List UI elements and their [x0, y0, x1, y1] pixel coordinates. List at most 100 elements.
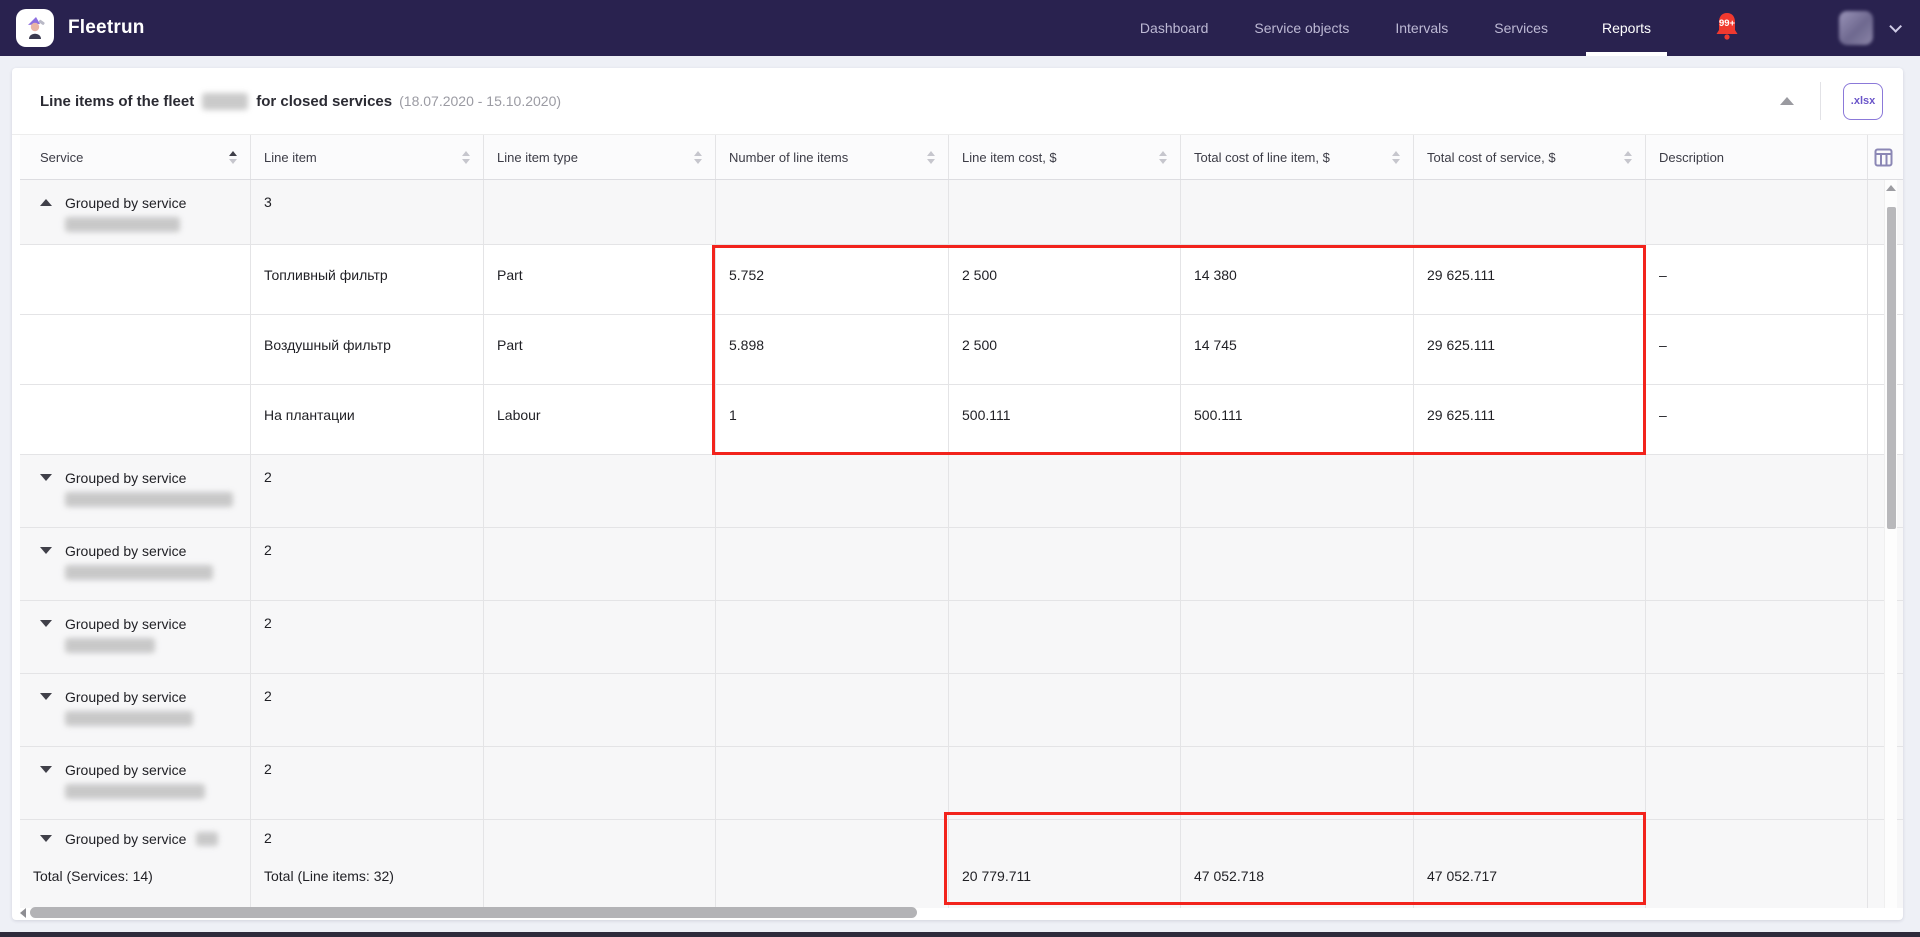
column-settings-icon[interactable] [1874, 148, 1893, 172]
sort-icon-cost[interactable] [1159, 151, 1167, 164]
expand-group-icon[interactable] [40, 835, 52, 842]
line-item-type: Labour [484, 385, 716, 454]
totals-line-item-cost: 20 779.711 [949, 858, 1181, 908]
totals-services: Total (Services: 14) [20, 858, 251, 908]
nav-service-objects[interactable]: Service objects [1254, 0, 1349, 56]
report-title-prefix: Line items of the fleet [40, 93, 194, 110]
expand-group-icon[interactable] [40, 474, 52, 481]
group-row-4: Grouped by service 2 [20, 601, 1903, 674]
vertical-scrollbar[interactable] [1884, 180, 1897, 908]
line-items-table: Service Line item Line item type Number … [20, 135, 1903, 908]
total-cost-service: 29 625.111 [1414, 245, 1646, 314]
col-header-line-item[interactable]: Line item [251, 135, 484, 179]
col-header-description: Description [1646, 135, 1868, 179]
user-menu-chevron-down-icon[interactable] [1889, 20, 1902, 33]
detail-row-2: Воздушный фильтр Part 5.898 2 500 14 745… [20, 315, 1903, 385]
line-item-name: Топливный фильтр [251, 245, 484, 314]
group-count: 2 [251, 747, 484, 819]
report-title: Line items of the fleet for closed servi… [40, 93, 561, 110]
sort-icon-total-line[interactable] [1392, 151, 1400, 164]
horizontal-scrollbar[interactable] [20, 906, 1877, 919]
service-name-blurred [65, 784, 205, 799]
group-count: 3 [251, 180, 484, 244]
service-name-blurred [65, 711, 193, 726]
service-name-blurred [65, 492, 233, 507]
group-row-7: Grouped by service 2 [20, 820, 1903, 858]
collapse-report-icon[interactable] [1780, 97, 1794, 105]
description: – [1646, 385, 1868, 454]
number-of-line-items: 1 [716, 385, 949, 454]
group-count: 2 [251, 455, 484, 527]
description: – [1646, 315, 1868, 384]
group-row-2: Grouped by service 2 [20, 455, 1903, 528]
header-divider [1820, 82, 1821, 120]
horizontal-scrollbar-thumb[interactable] [30, 907, 917, 918]
line-item-type: Part [484, 245, 716, 314]
notification-count-badge: 99+ [1719, 18, 1736, 29]
collapse-group-icon[interactable] [40, 199, 52, 206]
fleet-name-blurred [202, 93, 248, 110]
expand-group-icon[interactable] [40, 693, 52, 700]
nav-dashboard[interactable]: Dashboard [1140, 0, 1209, 56]
service-name-blurred [65, 638, 155, 653]
vertical-scrollbar-thumb[interactable] [1887, 207, 1896, 529]
total-cost-line-item: 14 380 [1181, 245, 1414, 314]
group-count: 2 [251, 528, 484, 600]
top-navbar: Fleetrun Dashboard Service objects Inter… [0, 0, 1920, 56]
group-row-5: Grouped by service 2 [20, 674, 1903, 747]
detail-row-3: На плантации Labour 1 500.111 500.111 29… [20, 385, 1903, 455]
sort-icon-number[interactable] [927, 151, 935, 164]
number-of-line-items: 5.752 [716, 245, 949, 314]
total-cost-service: 29 625.111 [1414, 315, 1646, 384]
expand-group-icon[interactable] [40, 547, 52, 554]
group-count: 2 [251, 820, 484, 858]
col-header-total-cost-line-item[interactable]: Total cost of line item, $ [1181, 135, 1414, 179]
line-item-cost: 2 500 [949, 315, 1181, 384]
detail-row-1: Топливный фильтр Part 5.752 2 500 14 380… [20, 245, 1903, 315]
app-title: Fleetrun [68, 17, 145, 39]
nav-intervals[interactable]: Intervals [1395, 0, 1448, 56]
number-of-line-items: 5.898 [716, 315, 949, 384]
total-cost-line-item: 14 745 [1181, 315, 1414, 384]
scroll-left-icon[interactable] [20, 908, 26, 918]
line-item-cost: 2 500 [949, 245, 1181, 314]
fleetrun-logo-icon [16, 9, 54, 47]
col-header-service[interactable]: Service [20, 135, 251, 179]
line-item-name: На плантации [251, 385, 484, 454]
group-row-6: Grouped by service 2 [20, 747, 1903, 820]
expand-group-icon[interactable] [40, 620, 52, 627]
expand-group-icon[interactable] [40, 766, 52, 773]
group-row-3: Grouped by service 2 [20, 528, 1903, 601]
totals-line-items: Total (Line items: 32) [251, 858, 484, 908]
report-card: Line items of the fleet for closed servi… [12, 68, 1903, 920]
col-header-number-of-line-items[interactable]: Number of line items [716, 135, 949, 179]
table-header-row: Service Line item Line item type Number … [20, 135, 1903, 180]
total-cost-line-item: 500.111 [1181, 385, 1414, 454]
scroll-up-icon[interactable] [1886, 185, 1896, 191]
nav-services[interactable]: Services [1494, 0, 1548, 56]
group-label: Grouped by service [65, 194, 186, 232]
group-count: 2 [251, 674, 484, 746]
service-name-blurred [65, 565, 213, 580]
totals-row: Total (Services: 14) Total (Line items: … [20, 858, 1903, 908]
notifications-bell-icon[interactable]: 99+ [1711, 11, 1743, 45]
report-date-range: (18.07.2020 - 15.10.2020) [399, 93, 561, 109]
report-header: Line items of the fleet for closed servi… [12, 68, 1903, 135]
description: – [1646, 245, 1868, 314]
main-navigation: Dashboard Service objects Intervals Serv… [1140, 0, 1659, 56]
user-avatar[interactable] [1839, 11, 1873, 45]
sort-icon-line-item[interactable] [462, 151, 470, 164]
sort-icon-service[interactable] [229, 151, 237, 164]
line-item-cost: 500.111 [949, 385, 1181, 454]
col-header-line-item-cost[interactable]: Line item cost, $ [949, 135, 1181, 179]
totals-total-cost-service: 47 052.717 [1414, 858, 1646, 908]
col-header-line-item-type[interactable]: Line item type [484, 135, 716, 179]
line-item-type: Part [484, 315, 716, 384]
sort-icon-total-service[interactable] [1624, 151, 1632, 164]
nav-reports[interactable]: Reports [1594, 0, 1659, 56]
sort-icon-line-item-type[interactable] [694, 151, 702, 164]
line-item-name: Воздушный фильтр [251, 315, 484, 384]
col-header-total-cost-service[interactable]: Total cost of service, $ [1414, 135, 1646, 179]
export-xlsx-button[interactable]: .xlsx [1843, 83, 1883, 120]
service-name-blurred [196, 832, 218, 846]
